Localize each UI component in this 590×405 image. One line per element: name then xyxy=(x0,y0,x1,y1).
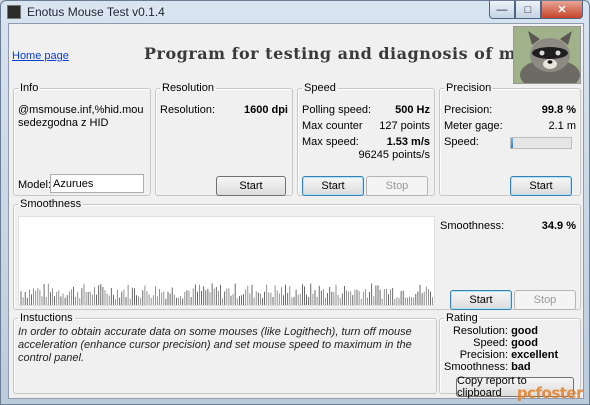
resolution-group: Resolution Resolution: 1600 dpi Start xyxy=(155,82,293,196)
polling-speed-value: 500 Hz xyxy=(395,104,430,116)
speed-start-button[interactable]: Start xyxy=(302,176,364,196)
smoothness-start-button[interactable]: Start xyxy=(450,290,512,310)
max-counter-value: 127 points xyxy=(379,120,430,132)
rating-row-resolution: Resolution: good xyxy=(444,325,576,337)
smoothness-stop-button[interactable]: Stop xyxy=(514,290,576,310)
speed-stop-button[interactable]: Stop xyxy=(366,176,428,196)
precision-speed-meter xyxy=(510,137,572,149)
client-area: Home page Program for testing and diagno… xyxy=(8,23,584,399)
maximize-button[interactable]: □ xyxy=(515,1,541,19)
home-page-link[interactable]: Home page xyxy=(12,50,69,62)
smoothness-graph xyxy=(18,216,435,306)
app-window: Enotus Mouse Test v0.1.4 — □ ✕ Home page… xyxy=(0,0,590,405)
rating-row-precision: Precision: excellent xyxy=(444,349,576,361)
rating-smoothness-value: bad xyxy=(511,361,531,373)
precision-legend: Precision xyxy=(446,82,492,94)
smoothness-value: 34.9 % xyxy=(541,220,576,232)
rating-speed-label: Speed: xyxy=(473,337,508,349)
precision-label: Precision: xyxy=(444,104,493,116)
resolution-legend: Resolution xyxy=(162,82,214,94)
rating-precision-value: excellent xyxy=(511,349,559,361)
smoothness-label: Smoothness: xyxy=(440,220,505,232)
rating-row-speed: Speed: good xyxy=(444,337,576,349)
watermark-logo: pcfoster xyxy=(516,384,584,402)
title-bar[interactable]: Enotus Mouse Test v0.1.4 — □ ✕ xyxy=(1,1,589,23)
precision-value: 99.8 % xyxy=(541,104,576,116)
rating-group: Rating Resolution: good Speed: good Prec… xyxy=(439,312,581,399)
smoothness-group: Smoothness Smoothness: 34.9 % Start Stop xyxy=(13,198,581,310)
speed-legend: Speed xyxy=(304,82,336,94)
program-title: Program for testing and diagnosis of mic… xyxy=(144,44,544,63)
smoothness-legend: Smoothness xyxy=(20,198,82,210)
instructions-group: Instuctions In order to obtain accurate … xyxy=(13,312,437,394)
window-title: Enotus Mouse Test v0.1.4 xyxy=(27,5,165,19)
precision-speed-label: Speed: xyxy=(444,136,479,148)
polling-speed-label: Polling speed: xyxy=(302,104,372,116)
max-counter-label: Max counter xyxy=(302,120,363,132)
instructions-legend: Instuctions xyxy=(20,312,73,324)
rating-row-smoothness: Smoothness: bad xyxy=(444,361,576,373)
model-input[interactable] xyxy=(50,174,144,193)
max-speed-points: 96245 points/s xyxy=(358,149,430,161)
resolution-start-button[interactable]: Start xyxy=(216,176,286,196)
meter-gage-label: Meter gage: xyxy=(444,120,503,132)
window-controls: — □ ✕ xyxy=(489,1,583,19)
device-info-text: @msmouse.inf,%hid.mousedezgodna z HID xyxy=(18,104,144,129)
instructions-text: In order to obtain accurate data on some… xyxy=(18,326,412,364)
speed-group: Speed Polling speed: 500 Hz Max counter … xyxy=(297,82,435,196)
smoothness-graph-svg xyxy=(20,283,434,305)
rating-smoothness-label: Smoothness: xyxy=(444,361,509,373)
model-label: Model: xyxy=(18,179,52,191)
rating-resolution-value: good xyxy=(511,325,538,337)
precision-speed-meter-fill xyxy=(511,138,514,148)
minimize-button[interactable]: — xyxy=(489,1,515,19)
rating-resolution-label: Resolution: xyxy=(452,325,508,337)
info-group: Info @msmouse.inf,%hid.mousedezgodna z H… xyxy=(13,82,151,196)
close-button[interactable]: ✕ xyxy=(541,1,583,19)
precision-group: Precision Precision: 99.8 % Meter gage: … xyxy=(439,82,581,196)
precision-start-button[interactable]: Start xyxy=(510,176,572,196)
resolution-value: 1600 dpi xyxy=(243,104,288,116)
max-speed-value: 1.53 m/s xyxy=(386,136,430,148)
info-legend: Info xyxy=(20,82,39,94)
resolution-label: Resolution: xyxy=(160,104,216,116)
rating-precision-label: Precision: xyxy=(459,349,508,361)
app-icon xyxy=(7,5,21,19)
meter-gage-value: 2.1 m xyxy=(548,120,576,132)
rating-speed-value: good xyxy=(511,337,538,349)
raccoon-logo-image xyxy=(513,26,581,84)
max-speed-label: Max speed: xyxy=(302,136,359,148)
rating-legend: Rating xyxy=(446,312,478,324)
